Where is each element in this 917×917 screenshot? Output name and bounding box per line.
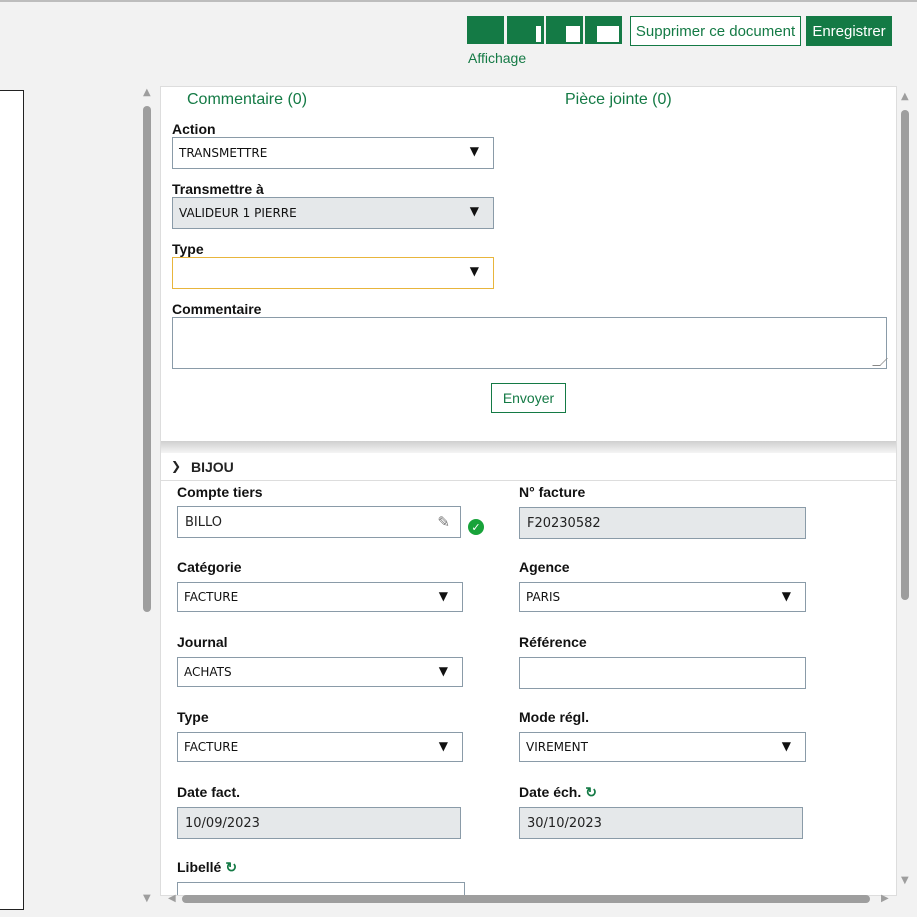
right-vertical-scrollbar[interactable]: ▲ ▼ — [898, 86, 912, 892]
chevron-down-icon: ❯ — [171, 459, 182, 473]
scroll-up-icon[interactable]: ▲ — [901, 92, 909, 102]
chevron-down-icon: ▼ — [469, 204, 479, 218]
scroll-right-icon[interactable]: ▶ — [881, 894, 889, 904]
document-preview-pane — [0, 90, 24, 910]
transmit-to-select[interactable]: VALIDEUR 1 PIERRE ▼ — [172, 197, 494, 229]
due-date-field[interactable]: 30/10/2023 — [519, 807, 803, 839]
type-select[interactable]: ▼ — [172, 257, 494, 289]
document-form-panel: Commentaire (0) Pièce jointe (0) Action … — [160, 86, 897, 896]
transmit-to-label: Transmettre à — [172, 181, 264, 197]
layout-full-icon[interactable] — [467, 16, 504, 44]
comment-label: Commentaire — [172, 301, 262, 317]
chevron-down-icon: ▼ — [469, 144, 479, 158]
type-field-select[interactable]: FACTURE ▼ — [177, 732, 463, 762]
chevron-down-icon: ▼ — [781, 739, 791, 753]
chevron-down-icon: ▼ — [438, 664, 448, 678]
journal-label: Journal — [177, 634, 228, 650]
tab-attachments[interactable]: Pièce jointe (0) — [565, 91, 672, 109]
invoice-date-field[interactable]: 10/09/2023 — [177, 807, 461, 839]
compte-tiers-value: BILLO — [185, 514, 223, 530]
payment-mode-label: Mode régl. — [519, 709, 590, 725]
reference-label: Référence — [519, 634, 587, 650]
chevron-down-icon: ▼ — [438, 739, 448, 753]
scroll-down-icon[interactable]: ▼ — [143, 894, 151, 904]
invoice-date-value: 10/09/2023 — [185, 815, 260, 831]
tabs: Commentaire (0) Pièce jointe (0) — [161, 91, 896, 115]
section-divider — [161, 441, 896, 453]
type-field-value: FACTURE — [184, 740, 239, 754]
horizontal-scroll-thumb[interactable] — [182, 895, 870, 903]
invoice-number-label: N° facture — [519, 484, 586, 500]
scroll-left-icon[interactable]: ◀ — [168, 894, 176, 904]
scroll-up-icon[interactable]: ▲ — [143, 88, 151, 98]
action-label: Action — [172, 121, 216, 137]
view-label: Affichage — [468, 50, 527, 66]
action-select[interactable]: TRANSMETTRE ▼ — [172, 137, 494, 169]
payment-mode-select[interactable]: VIREMENT ▼ — [519, 732, 806, 762]
due-date-label-wrap: Date éch. ↻ — [519, 784, 597, 801]
chevron-down-icon: ▼ — [469, 264, 479, 278]
category-label: Catégorie — [177, 559, 242, 575]
tab-comments[interactable]: Commentaire (0) — [187, 91, 307, 109]
due-date-label: Date éch. — [519, 784, 582, 800]
scroll-down-icon[interactable]: ▼ — [901, 876, 909, 886]
left-scroll-thumb[interactable] — [143, 106, 151, 612]
payment-mode-value: VIREMENT — [526, 740, 588, 754]
agency-select[interactable]: PARIS ▼ — [519, 582, 806, 612]
chevron-down-icon: ▼ — [781, 589, 791, 603]
action-select-value: TRANSMETTRE — [179, 146, 268, 160]
libelle-field[interactable] — [177, 882, 465, 895]
section-header[interactable]: ❯ BIJOU — [161, 453, 896, 481]
send-button[interactable]: Envoyer — [491, 383, 566, 413]
compte-tiers-field[interactable]: BILLO ✎ — [177, 506, 461, 538]
refresh-icon[interactable]: ↻ — [225, 859, 237, 875]
type-field-label: Type — [177, 709, 209, 725]
check-circle-icon: ✓ — [468, 519, 484, 535]
comment-textarea[interactable] — [172, 317, 888, 369]
agency-label: Agence — [519, 559, 570, 575]
left-vertical-scrollbar[interactable]: ▲ ▼ — [140, 82, 154, 908]
journal-value: ACHATS — [184, 665, 232, 679]
layout-split-icon[interactable] — [546, 16, 583, 44]
reference-field[interactable] — [519, 657, 806, 689]
resize-handle-icon[interactable] — [872, 358, 888, 366]
section-title: BIJOU — [191, 459, 234, 475]
right-scroll-thumb[interactable] — [901, 110, 909, 600]
compte-tiers-label: Compte tiers — [177, 484, 263, 500]
save-button[interactable]: Enregistrer — [806, 16, 892, 46]
agency-value: PARIS — [526, 590, 561, 604]
invoice-date-label: Date fact. — [177, 784, 241, 800]
invoice-number-value: F20230582 — [527, 515, 601, 531]
pencil-icon[interactable]: ✎ — [437, 513, 450, 531]
type-label: Type — [172, 241, 204, 257]
layout-right-bar-icon[interactable] — [507, 16, 544, 44]
chevron-down-icon: ▼ — [438, 589, 448, 603]
category-value: FACTURE — [184, 590, 239, 604]
journal-select[interactable]: ACHATS ▼ — [177, 657, 463, 687]
category-select[interactable]: FACTURE ▼ — [177, 582, 463, 612]
layout-half-icon[interactable] — [585, 16, 622, 44]
libelle-label: Libellé — [177, 859, 222, 875]
due-date-value: 30/10/2023 — [527, 815, 602, 831]
delete-document-button[interactable]: Supprimer ce document — [630, 16, 801, 46]
refresh-icon[interactable]: ↻ — [585, 784, 597, 800]
transmit-to-select-value: VALIDEUR 1 PIERRE — [179, 206, 297, 220]
libelle-label-wrap: Libellé ↻ — [177, 859, 237, 876]
invoice-number-field[interactable]: F20230582 — [519, 507, 806, 539]
